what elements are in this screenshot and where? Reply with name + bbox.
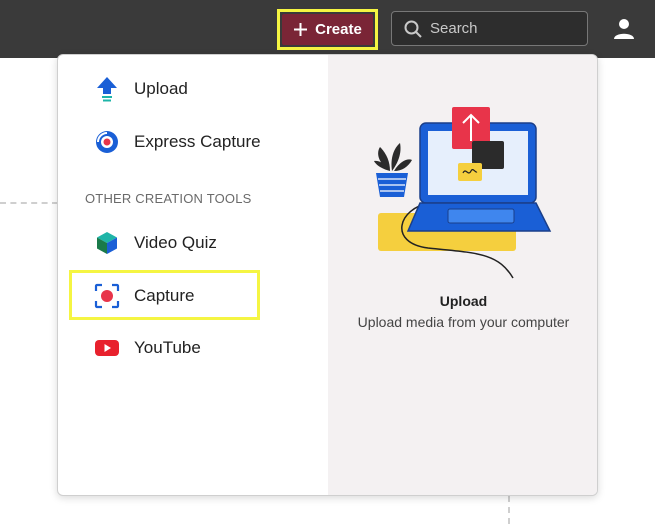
create-button-label: Create [315,21,362,38]
create-dropdown-panel: Upload Express Capture OTHER CREATION TO… [57,54,598,496]
section-label-other-tools: OTHER CREATION TOOLS [85,191,252,206]
menu-item-capture[interactable]: Capture [94,282,194,310]
capture-icon [94,283,120,309]
plus-icon [294,23,308,36]
search-icon [404,20,422,38]
video-quiz-icon [94,230,120,256]
menu-item-label: Capture [134,286,195,305]
youtube-icon [94,335,120,361]
upload-icon [94,76,120,102]
menu-item-label: Upload [134,79,188,98]
menu-item-upload[interactable]: Upload [94,75,188,103]
menu-item-label: Video Quiz [134,233,217,252]
create-button[interactable]: Create [282,14,373,45]
create-button-highlight: Create [277,9,378,50]
menu-item-label: Express Capture [134,132,261,151]
preview-title: Upload [439,293,488,309]
menu-item-video-quiz[interactable]: Video Quiz [94,229,217,257]
menu-item-label: YouTube [134,338,201,357]
express-capture-icon [94,129,120,155]
user-avatar-icon[interactable] [612,17,636,41]
background-divider [0,202,58,204]
top-bar: Create Search [0,0,655,58]
menu-item-express-capture[interactable]: Express Capture [94,128,261,156]
menu-item-youtube[interactable]: YouTube [94,334,201,362]
preview-subtitle: Upload media from your computer [357,314,570,330]
search-placeholder: Search [430,20,478,37]
search-input[interactable]: Search [391,11,588,46]
background-divider-vertical [508,496,510,524]
preview-pane: Upload Upload media from your computer [328,55,597,495]
upload-illustration [374,107,552,279]
